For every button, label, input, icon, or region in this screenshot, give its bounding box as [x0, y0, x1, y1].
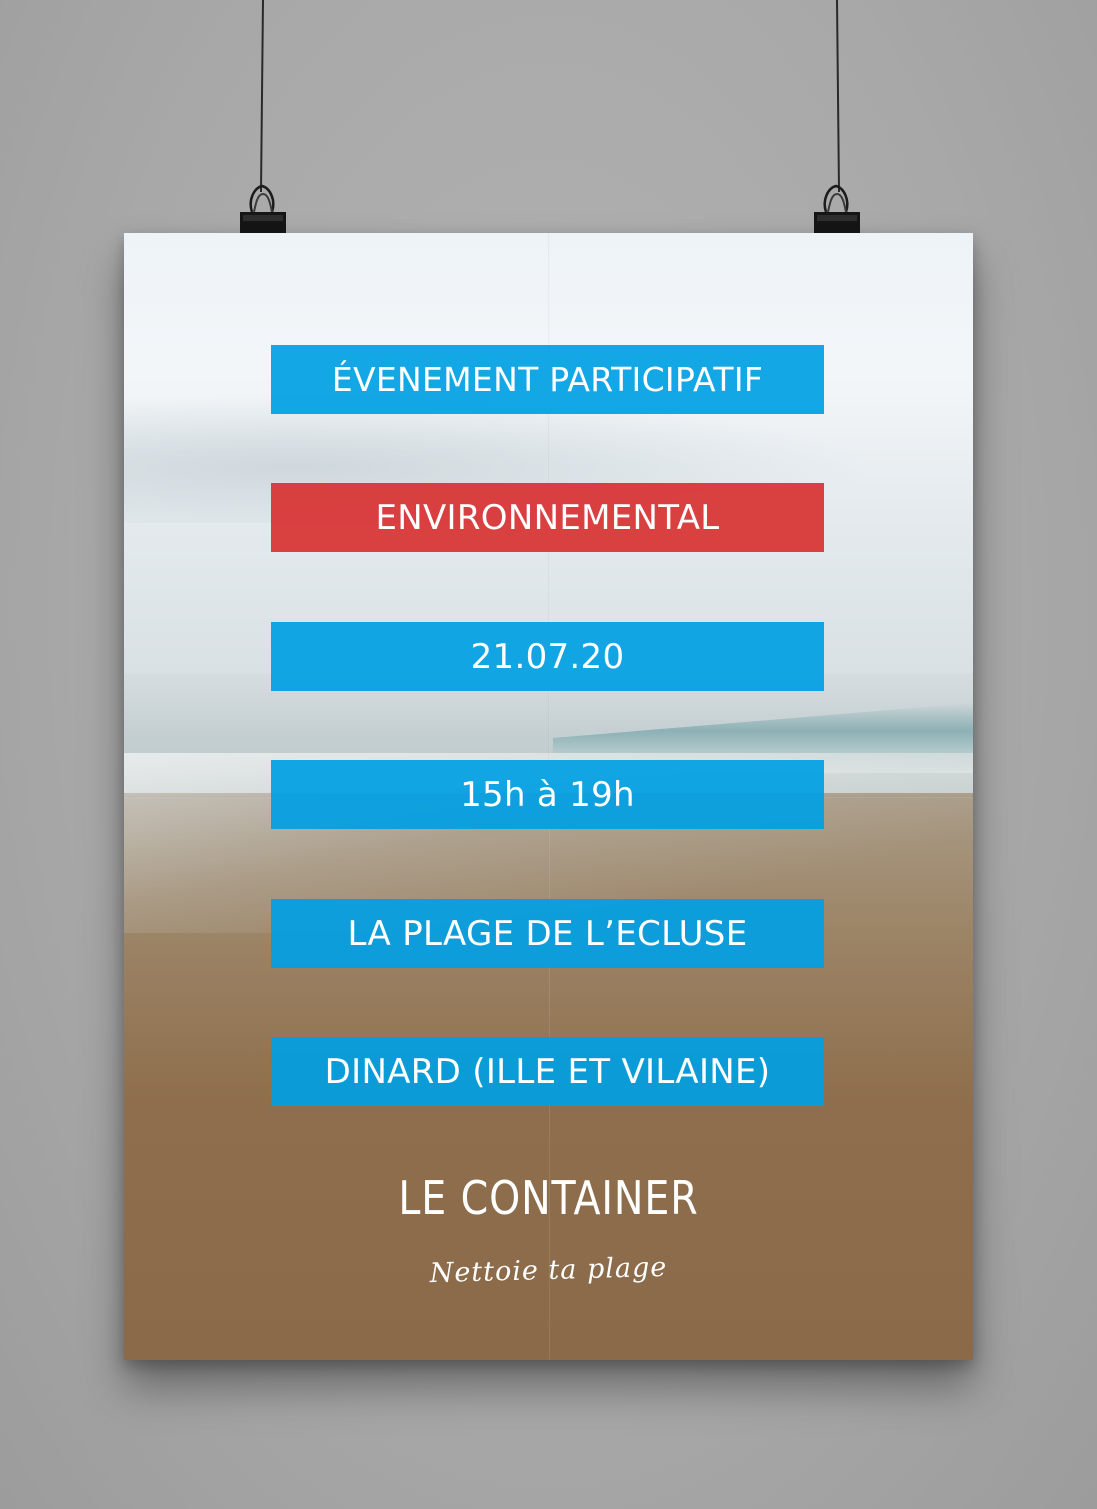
event-poster: ÉVENEMENT PARTICIPATIF ENVIRONNEMENTAL 2… [124, 233, 973, 1360]
banner-location: LA PLAGE DE L’ECLUSE [271, 899, 824, 968]
brand-name: LE CONTAINER [398, 1171, 699, 1225]
hanging-string-right [836, 0, 841, 192]
banner-time: 15h à 19h [271, 760, 824, 829]
banner-date: 21.07.20 [271, 622, 824, 691]
banner-city: DINARD (ILLE ET VILAINE) [271, 1037, 824, 1106]
banner-event-type: ÉVENEMENT PARTICIPATIF [271, 345, 824, 414]
banner-theme: ENVIRONNEMENTAL [271, 483, 824, 552]
hanging-string-left [259, 0, 264, 192]
